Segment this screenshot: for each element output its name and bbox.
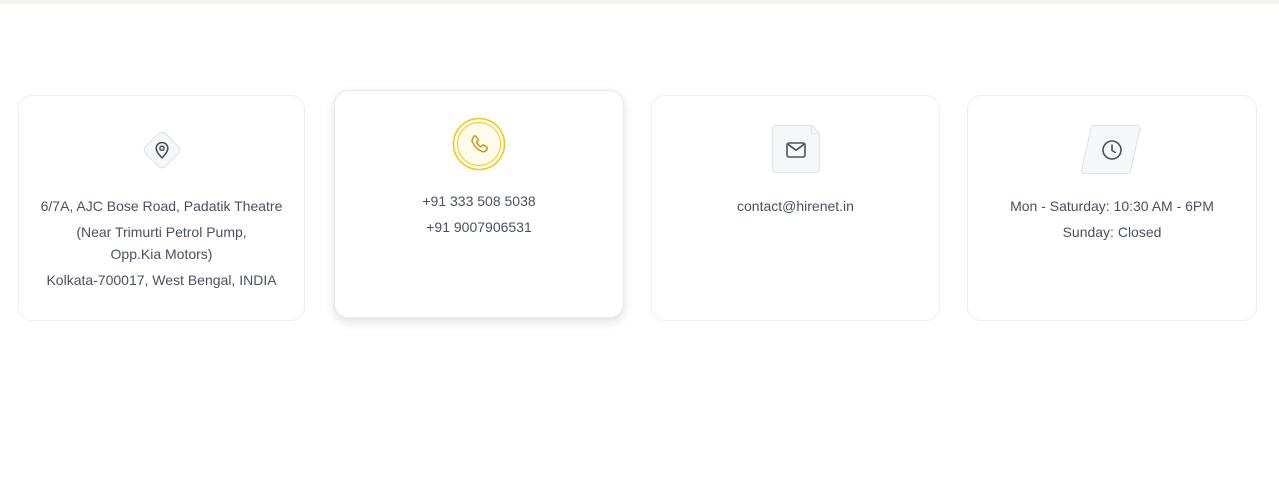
top-band xyxy=(0,0,1279,4)
email-card: contact@hirenet.in xyxy=(651,95,940,321)
hours-line-1: Mon - Saturday: 10:30 AM - 6PM xyxy=(1010,198,1214,214)
address-line-1: 6/7A, AJC Bose Road, Padatik Theatre xyxy=(40,198,283,214)
phone-line-1[interactable]: +91 333 508 5038 xyxy=(351,190,607,212)
address-card: 6/7A, AJC Bose Road, Padatik Theatre (Ne… xyxy=(18,95,305,321)
address-line-2: (Near Trimurti Petrol Pump, Opp.Kia Moto… xyxy=(76,224,247,262)
email-address[interactable]: contact@hirenet.in xyxy=(668,195,923,217)
address-line-3: Kolkata-700017, West Bengal, INDIA xyxy=(46,272,277,288)
phone-card: +91 333 508 5038 +91 9007906531 xyxy=(334,90,624,318)
phone-line-2[interactable]: +91 9007906531 xyxy=(351,216,607,238)
clock-icon xyxy=(1081,123,1141,177)
phone-icon xyxy=(452,117,506,171)
hours-line-2: Sunday: Closed xyxy=(1062,224,1162,240)
hours-card: Mon - Saturday: 10:30 AM - 6PM Sunday: C… xyxy=(967,95,1257,321)
mail-icon xyxy=(769,123,823,177)
location-pin-icon xyxy=(135,123,189,177)
